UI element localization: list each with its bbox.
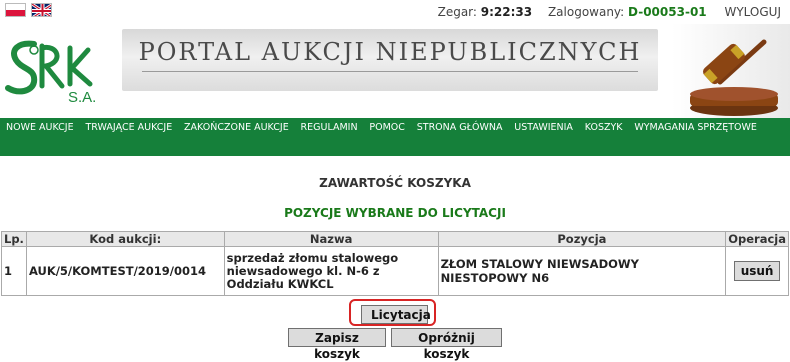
srk-logo[interactable]: S.A. — [4, 34, 104, 114]
cell-nazwa: sprzedaż złomu stalowego niewsadowego kl… — [223, 246, 439, 296]
cell-lp: 1 — [1, 246, 27, 296]
nav-item-strona-glowna[interactable]: STRONA GŁÓWNA — [413, 122, 507, 133]
nav-item-regulamin[interactable]: REGULAMIN — [297, 122, 362, 133]
main-nav: NOWE AUKCJE TRWAJĄCE AUKCJE ZAKOŃCZONE A… — [0, 118, 790, 156]
user-label: Zalogowany: — [547, 5, 625, 19]
top-bar: Zegar: 9:22:33 Zalogowany: D-00053-01 WY… — [0, 0, 790, 24]
nav-item-koszyk[interactable]: KOSZYK — [581, 122, 627, 133]
save-cart-button[interactable]: Zapisz koszyk — [288, 328, 386, 361]
logout-link[interactable]: WYLOGUJ — [724, 5, 781, 19]
cell-pozycja: ZŁOM STALOWY NIEWSADOWY NIESTOPOWY N6 — [437, 246, 727, 296]
cart-table: Lp. Kod aukcji: Nazwa Pozycja Operacja 1… — [1, 231, 789, 296]
portal-banner: PORTAL AUKCJI NIEPUBLICZNYCH — [122, 29, 658, 91]
nav-item-zakonczone-aukcje[interactable]: ZAKOŃCZONE AUKCJE — [180, 122, 293, 133]
logo-subtext: S.A. — [68, 89, 96, 106]
column-header-pozycja: Pozycja — [437, 231, 727, 247]
section-subtitle: POZYCJE WYBRANE DO LICYTACJI — [284, 206, 506, 220]
nav-item-ustawienia[interactable]: USTAWIENIA — [510, 122, 577, 133]
header: S.A. PORTAL AUKCJI NIEPUBLICZNYCH — [0, 24, 790, 118]
clock-label: Zegar: — [437, 5, 477, 19]
portal-title: PORTAL AUKCJI NIEPUBLICZNYCH — [138, 38, 642, 66]
nav-item-wymagania-sprzetowe[interactable]: WYMAGANIA SPRZĘTOWE — [630, 122, 761, 133]
banner-divider — [142, 71, 638, 72]
column-header-operacja: Operacja — [725, 231, 789, 247]
nav-item-nowe-aukcje[interactable]: NOWE AUKCJE — [2, 122, 78, 133]
table-header-row: Lp. Kod aukcji: Nazwa Pozycja Operacja — [1, 231, 789, 247]
empty-cart-button[interactable]: Opróżnij koszyk — [391, 328, 502, 361]
column-header-kod: Kod aukcji: — [25, 231, 225, 247]
table-row: 1 AUK/5/KOMTEST/2019/0014 sprzedaż złomu… — [1, 246, 789, 296]
column-header-lp: Lp. — [1, 231, 27, 247]
clock-value: 9:22:33 — [480, 5, 533, 19]
english-flag-icon[interactable] — [31, 3, 52, 17]
polish-flag-icon[interactable] — [5, 3, 26, 17]
licytacja-button[interactable]: Licytacja — [361, 305, 431, 324]
session-info: Zegar: 9:22:33 Zalogowany: D-00053-01 WY… — [438, 5, 781, 19]
column-header-nazwa: Nazwa — [223, 231, 439, 247]
cell-operacja: usuń — [725, 246, 789, 296]
nav-item-pomoc[interactable]: POMOC — [365, 122, 409, 133]
nav-item-trwajace-aukcje[interactable]: TRWAJĄCE AUKCJE — [81, 122, 176, 133]
user-id: D-00053-01 — [628, 5, 707, 19]
cell-kod-aukcji: AUK/5/KOMTEST/2019/0014 — [25, 246, 225, 296]
gavel-icon — [672, 24, 790, 118]
page-title: ZAWARTOŚĆ KOSZYKA — [319, 176, 471, 190]
remove-button[interactable]: usuń — [733, 261, 781, 281]
